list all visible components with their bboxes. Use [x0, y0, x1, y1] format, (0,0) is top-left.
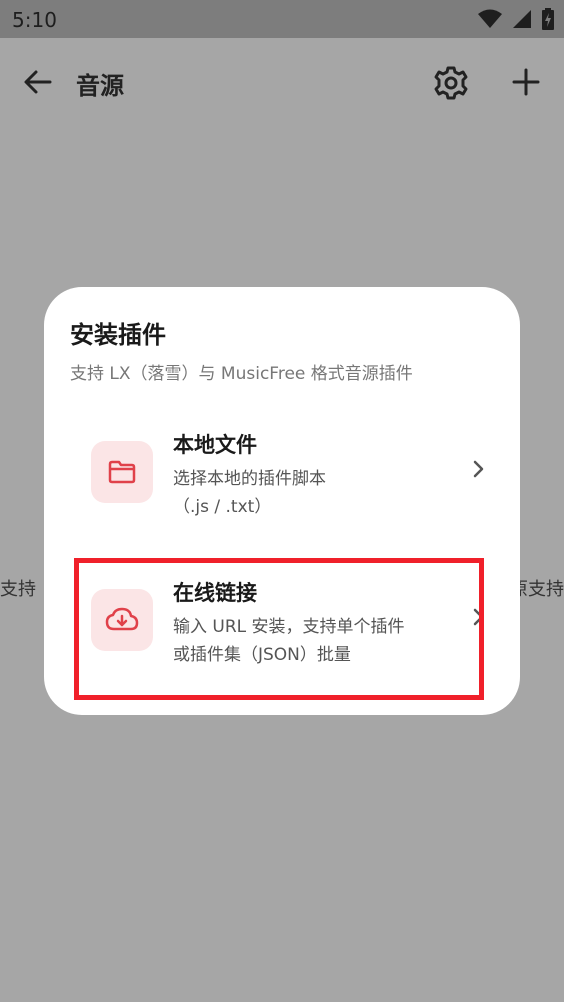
- page-title: 音源: [76, 72, 124, 100]
- local-file-option[interactable]: 本地文件 选择本地的插件脚本 （.js / .txt）: [74, 429, 494, 525]
- option-title: 本地文件: [173, 433, 257, 457]
- option-desc-line1: 选择本地的插件脚本: [173, 469, 326, 489]
- wifi-icon: [478, 9, 502, 28]
- option-desc-line2: （.js / .txt）: [173, 497, 272, 517]
- highlight-box: [74, 558, 484, 700]
- option-description: 选择本地的插件脚本 （.js / .txt）: [173, 465, 443, 521]
- app-bar: 音源: [0, 38, 564, 124]
- settings-gear-icon[interactable]: [433, 65, 469, 101]
- folder-icon: [108, 460, 136, 484]
- background-text-left: 支持: [0, 579, 36, 600]
- status-icons: [478, 8, 554, 30]
- status-time: 5:10: [12, 8, 57, 32]
- chevron-right-icon: [473, 460, 484, 478]
- add-plus-icon[interactable]: [512, 68, 540, 96]
- status-bar: 5:10: [0, 0, 564, 38]
- back-arrow-icon[interactable]: [22, 66, 54, 98]
- signal-icon: [513, 10, 531, 28]
- dialog-subtitle: 支持 LX（落雪）与 MusicFree 格式音源插件: [70, 364, 413, 384]
- option-icon-bg: [91, 441, 153, 503]
- dialog-title: 安装插件: [70, 321, 166, 349]
- battery-icon: [542, 8, 554, 30]
